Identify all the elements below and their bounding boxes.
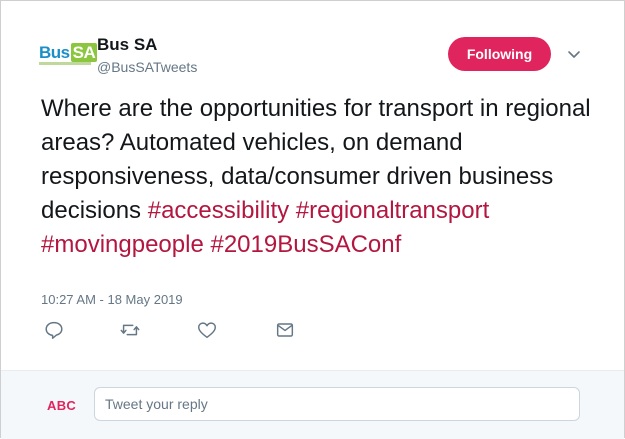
reply-icon[interactable] xyxy=(43,319,65,341)
tweet-text: Where are the opportunities for transpor… xyxy=(41,92,601,262)
logo-wordmark: Bus SA xyxy=(39,43,98,63)
hashtag-link[interactable]: #accessibility xyxy=(148,197,289,224)
following-button[interactable]: Following xyxy=(448,37,551,71)
hashtag-link[interactable]: #2019BusSAConf xyxy=(210,231,401,258)
retweet-icon[interactable] xyxy=(119,319,141,341)
tweet-actions xyxy=(41,319,341,343)
account-name[interactable]: Bus SA xyxy=(97,35,157,55)
reply-composer: ABC xyxy=(1,370,624,439)
logo-text-accent: SA xyxy=(70,43,98,62)
account-handle[interactable]: @BusSATweets xyxy=(97,59,197,75)
account-logo[interactable]: Bus SA xyxy=(39,43,98,67)
logo-text-main: Bus xyxy=(39,43,70,62)
chevron-down-icon[interactable] xyxy=(567,47,581,61)
hashtag-link[interactable]: #movingpeople xyxy=(41,231,204,258)
tweet-timestamp[interactable]: 10:27 AM - 18 May 2019 xyxy=(41,292,183,307)
logo-tagline-bar xyxy=(39,62,91,65)
like-icon[interactable] xyxy=(196,319,218,341)
avatar[interactable]: ABC xyxy=(47,398,76,413)
hashtag-link[interactable]: #regionaltransport xyxy=(296,197,489,224)
tweet-card: Bus SA Bus SA @BusSATweets Following Wher… xyxy=(1,1,624,369)
direct-message-icon[interactable] xyxy=(274,319,296,341)
reply-input[interactable] xyxy=(94,387,580,421)
